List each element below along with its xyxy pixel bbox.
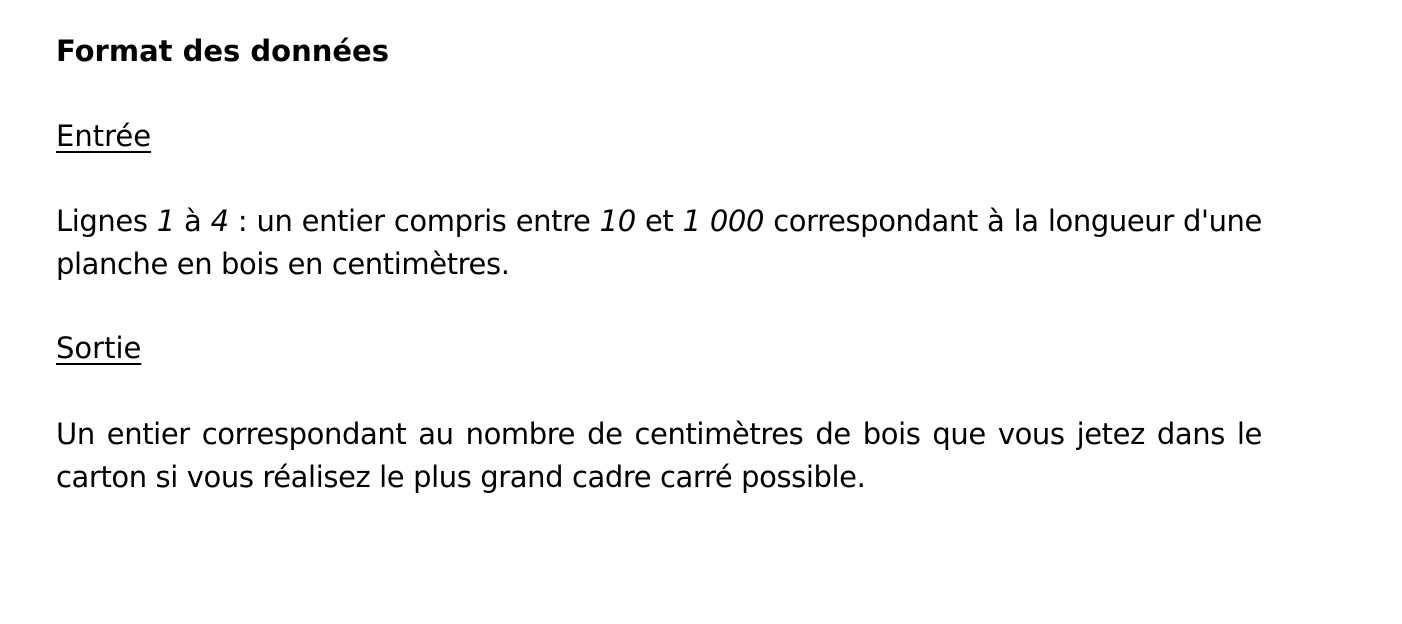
input-text-2: à [174,204,211,238]
input-text-1: Lignes [56,204,157,238]
input-min-value: 10 [599,204,637,238]
input-heading: Entrée [56,119,152,153]
input-text-3: : un entier compris entre [228,204,600,238]
input-line-start: 1 [156,204,175,238]
input-text-4: et [635,204,683,238]
output-description: Un entier correspondant au nombre de cen… [56,417,1262,494]
page-title: Format des données [56,34,389,68]
input-description: Lignes 1 à 4 : un entier compris entre 1… [56,200,1262,286]
output-heading: Sortie [56,331,142,365]
input-max-value: 1 000 [682,204,765,238]
input-line-end: 4 [210,204,229,238]
